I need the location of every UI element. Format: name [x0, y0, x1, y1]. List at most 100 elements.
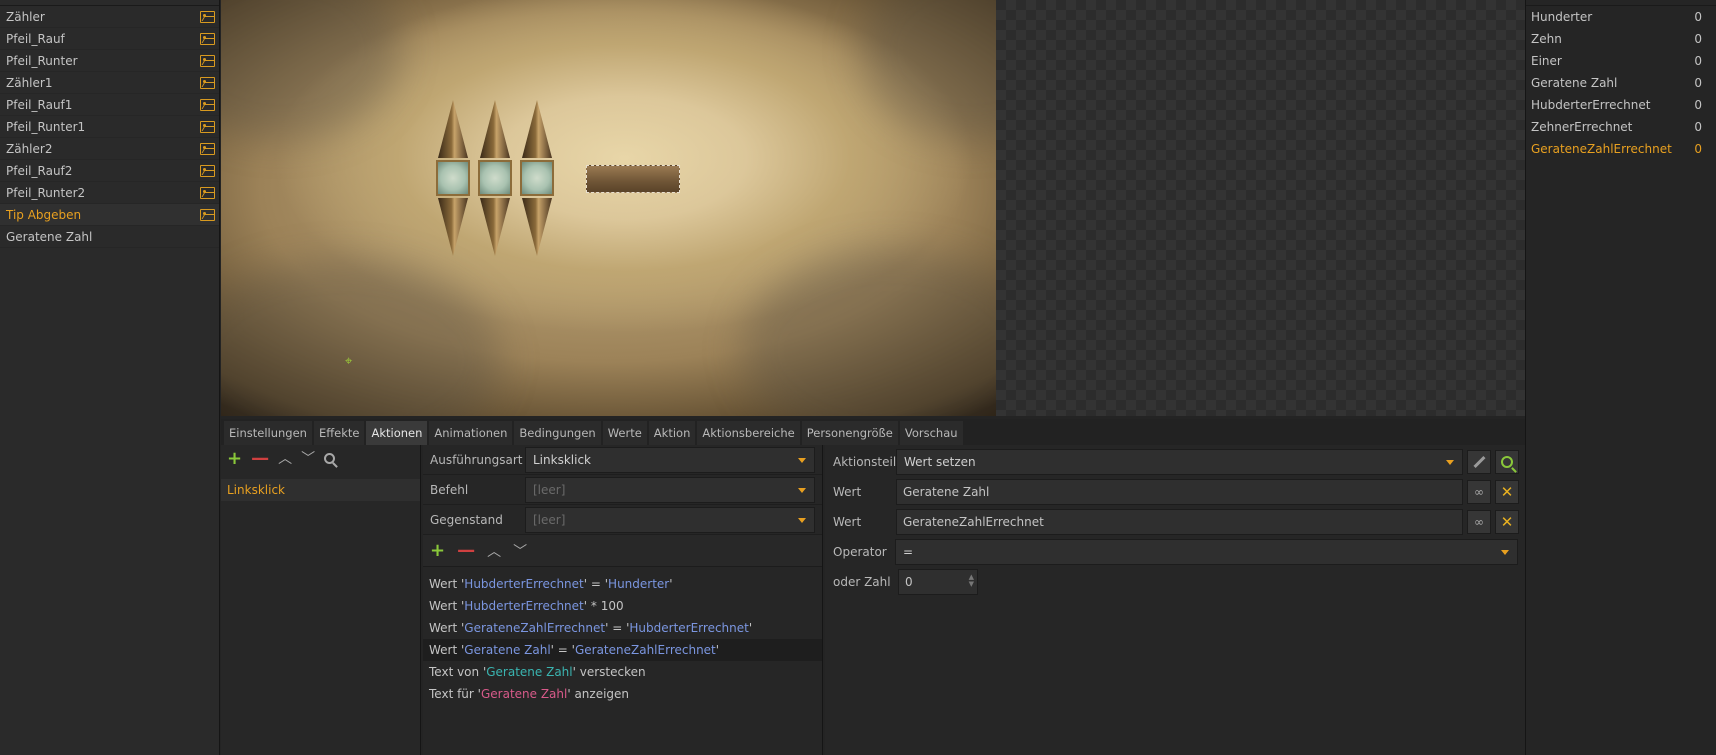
image-icon[interactable]: [200, 11, 215, 23]
image-icon[interactable]: [200, 143, 215, 155]
object-item[interactable]: Pfeil_Rauf1: [0, 94, 219, 116]
object-item[interactable]: Pfeil_Rauf: [0, 28, 219, 50]
tab-einstellungen[interactable]: Einstellungen: [224, 421, 312, 445]
variable-row[interactable]: GerateneZahlErrechnet 0: [1526, 138, 1716, 160]
object-item[interactable]: Zähler1: [0, 72, 219, 94]
zoom-in-icon: [1501, 456, 1513, 468]
object-item[interactable]: Geratene Zahl: [0, 226, 219, 248]
action-token: Geratene Zahl: [464, 643, 551, 657]
move-up-button[interactable]: ︿: [278, 448, 292, 468]
tab-animationen[interactable]: Animationen: [429, 421, 513, 445]
action-text: ' = ': [550, 643, 575, 657]
image-icon[interactable]: [200, 55, 215, 67]
value1-field[interactable]: Geratene Zahl: [896, 479, 1463, 505]
link-icon: ∞: [1474, 515, 1484, 529]
arrow-down-sprite[interactable]: [438, 198, 468, 256]
scene-canvas[interactable]: ⌖: [221, 0, 996, 416]
image-icon[interactable]: [200, 187, 215, 199]
action-row[interactable]: Text für 'Geratene Zahl' anzeigen: [423, 683, 822, 705]
variable-value: 0: [1694, 120, 1702, 134]
value1-label: Wert: [833, 485, 862, 499]
object-item[interactable]: Zähler: [0, 6, 219, 28]
command-dropdown[interactable]: [leer]: [525, 476, 815, 503]
command-label: Befehl: [430, 482, 469, 497]
move-up-button[interactable]: ︿: [487, 541, 501, 561]
object-item[interactable]: Pfeil_Rauf2: [0, 160, 219, 182]
tab-aktion[interactable]: Aktion: [648, 421, 696, 445]
spinner-arrows-icon[interactable]: ▲ ▼: [969, 574, 974, 588]
command-value: [leer]: [533, 482, 566, 497]
object-item[interactable]: Tip Abgeben: [0, 204, 219, 226]
exec-type-dropdown[interactable]: Linksklick: [525, 446, 815, 473]
search-icon[interactable]: [324, 452, 336, 464]
counter-sprite[interactable]: [478, 160, 512, 196]
image-icon[interactable]: [200, 209, 215, 221]
number-stepper[interactable]: 0 ▲ ▼: [898, 569, 978, 595]
link-value1-button[interactable]: ∞: [1467, 480, 1491, 504]
clear-value2-button[interactable]: ✕: [1495, 510, 1519, 534]
add-trigger-button[interactable]: +: [227, 448, 242, 469]
edit-button[interactable]: [1467, 450, 1491, 474]
item-dropdown[interactable]: [leer]: [525, 506, 815, 533]
item-label: Gegenstand: [430, 512, 503, 527]
object-item[interactable]: Zähler2: [0, 138, 219, 160]
link-value2-button[interactable]: ∞: [1467, 510, 1491, 534]
value2-row: Wert GerateneZahlErrechnet ∞ ✕: [825, 507, 1525, 537]
variable-row[interactable]: Hunderter 0: [1526, 6, 1716, 28]
object-item[interactable]: Pfeil_Runter1: [0, 116, 219, 138]
action-row[interactable]: Wert 'HubderterErrechnet' = 'Hunderter': [423, 573, 822, 595]
trigger-item[interactable]: Linksklick: [221, 479, 420, 501]
variable-row[interactable]: HubderterErrechnet 0: [1526, 94, 1716, 116]
clear-value1-button[interactable]: ✕: [1495, 480, 1519, 504]
image-icon[interactable]: [200, 121, 215, 133]
close-icon: ✕: [1500, 483, 1514, 501]
action-panel: Ausführungsart Linksklick Befehl [leer] …: [423, 445, 823, 755]
arrow-down-sprite[interactable]: [522, 198, 552, 256]
tab-aktionen[interactable]: Aktionen: [366, 421, 428, 445]
action-row[interactable]: Wert 'HubderterErrechnet' * 100: [423, 595, 822, 617]
image-icon[interactable]: [200, 99, 215, 111]
remove-action-button[interactable]: —: [457, 540, 475, 561]
action-part-dropdown[interactable]: Wert setzen: [896, 449, 1463, 475]
chevron-down-icon: [1446, 460, 1454, 465]
variable-row[interactable]: Geratene Zahl 0: [1526, 72, 1716, 94]
tip-abgeben-sprite[interactable]: [586, 165, 680, 193]
variable-value: 0: [1694, 142, 1702, 156]
object-item[interactable]: Pfeil_Runter: [0, 50, 219, 72]
variable-row[interactable]: ZehnerErrechnet 0: [1526, 116, 1716, 138]
counter-sprite[interactable]: [436, 160, 470, 196]
counter-sprite[interactable]: [520, 160, 554, 196]
arrow-up-sprite[interactable]: [480, 100, 510, 158]
action-text: ' verstecken: [572, 665, 646, 679]
image-icon[interactable]: [200, 165, 215, 177]
chevron-down-icon: [1501, 550, 1509, 555]
chevron-down-icon: [798, 517, 806, 523]
tab-personengröße[interactable]: Personengröße: [801, 421, 898, 445]
arrow-up-sprite[interactable]: [522, 100, 552, 158]
tab-vorschau[interactable]: Vorschau: [899, 421, 963, 445]
tab-bedingungen[interactable]: Bedingungen: [514, 421, 601, 445]
action-part-row: Aktionsteil Wert setzen: [825, 447, 1525, 477]
operator-dropdown[interactable]: =: [895, 539, 1518, 565]
value2-field[interactable]: GerateneZahlErrechnet: [896, 509, 1463, 535]
move-down-button[interactable]: ﹀: [513, 541, 527, 561]
remove-trigger-button[interactable]: —: [251, 448, 269, 469]
move-down-button[interactable]: ﹀: [301, 448, 315, 468]
image-icon[interactable]: [200, 33, 215, 45]
action-row[interactable]: Text von 'Geratene Zahl' verstecken: [423, 661, 822, 683]
variable-row[interactable]: Zehn 0: [1526, 28, 1716, 50]
variable-row[interactable]: Einer 0: [1526, 50, 1716, 72]
tab-werte[interactable]: Werte: [602, 421, 647, 445]
object-item[interactable]: Pfeil_Runter2: [0, 182, 219, 204]
action-row[interactable]: Wert 'Geratene Zahl' = 'GerateneZahlErre…: [423, 639, 822, 661]
tab-effekte[interactable]: Effekte: [313, 421, 365, 445]
add-action-button[interactable]: +: [430, 540, 445, 561]
arrow-down-sprite[interactable]: [480, 198, 510, 256]
action-text: ': [748, 621, 753, 635]
zoom-button[interactable]: [1495, 450, 1519, 474]
tab-aktionsbereiche[interactable]: Aktionsbereiche: [697, 421, 800, 445]
action-row[interactable]: Wert 'GerateneZahlErrechnet' = 'Hubderte…: [423, 617, 822, 639]
arrow-up-sprite[interactable]: [438, 100, 468, 158]
variable-name: Geratene Zahl: [1531, 76, 1618, 90]
image-icon[interactable]: [200, 77, 215, 89]
